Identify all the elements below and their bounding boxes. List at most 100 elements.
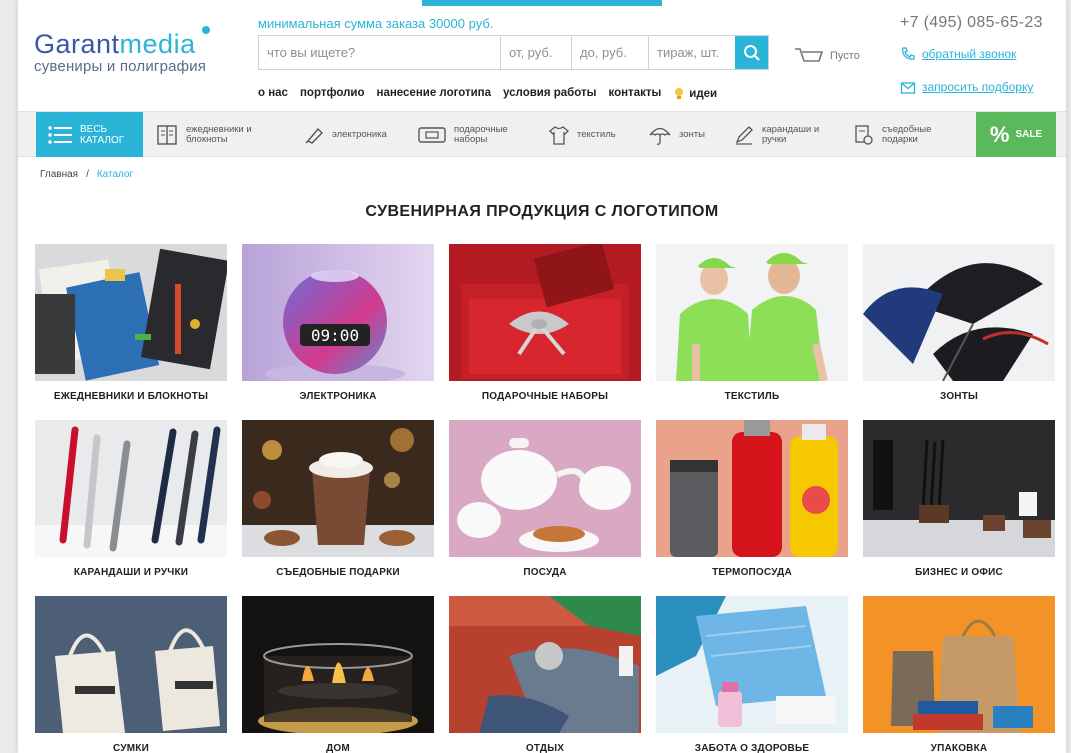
- product-card-pens[interactable]: КАРАНДАШИ И РУЧКИ: [35, 420, 227, 596]
- breadcrumb: Главная / Каталог: [40, 169, 133, 180]
- quantity-input[interactable]: тираж, шт.: [649, 36, 735, 69]
- price-to-input[interactable]: до, руб.: [572, 36, 649, 69]
- product-card-gift-sets[interactable]: ПОДАРОЧНЫЕ НАБОРЫ: [449, 244, 641, 420]
- usb-icon: [305, 127, 323, 144]
- product-image-home[interactable]: [242, 596, 434, 733]
- search-input[interactable]: что вы ищете?: [259, 36, 501, 69]
- nav-item-terms[interactable]: условия работы: [503, 87, 596, 101]
- product-card-health[interactable]: ЗАБОТА О ЗДОРОВЬЕ: [656, 596, 848, 753]
- request-label: запросить подборку: [922, 80, 1034, 94]
- category-umbrellas-label: зонты: [679, 128, 705, 140]
- product-caption[interactable]: ЗАБОТА О ЗДОРОВЬЕ: [656, 743, 848, 753]
- product-card-leisure[interactable]: ОТДЫХ: [449, 596, 641, 753]
- product-image-electronics[interactable]: 09:00: [242, 244, 434, 381]
- category-textile[interactable]: текстиль: [548, 112, 616, 157]
- sale-label: SALE: [1015, 129, 1043, 140]
- breadcrumb-home[interactable]: Главная: [40, 169, 78, 180]
- all-catalog-button[interactable]: ВЕСЬ КАТАЛОГ: [36, 112, 143, 157]
- product-card-textile[interactable]: ТЕКСТИЛЬ: [656, 244, 848, 420]
- product-card-electronics[interactable]: 09:00 ЭЛЕКТРОНИКА: [242, 244, 434, 420]
- category-pens[interactable]: карандаши и ручки: [733, 112, 819, 157]
- page: Garantmedia сувениры и полиграфия минима…: [18, 0, 1066, 753]
- product-image-pens[interactable]: [35, 420, 227, 557]
- product-card-notebooks[interactable]: ЕЖЕДНЕВНИКИ И БЛОКНОТЫ: [35, 244, 227, 420]
- category-bar: ВЕСЬ КАТАЛОГ ежедневники и блокноты электр…: [18, 111, 1066, 157]
- product-caption[interactable]: УПАКОВКА: [863, 743, 1055, 753]
- pen-icon: [735, 125, 753, 145]
- product-image-gift-sets[interactable]: [449, 244, 641, 381]
- list-icon: [48, 125, 72, 144]
- product-image-notebooks[interactable]: [35, 244, 227, 381]
- nav-item-portfolio[interactable]: портфолио: [300, 87, 365, 101]
- category-edible-gifts[interactable]: съедобные подарки: [853, 112, 931, 157]
- product-caption[interactable]: ПОСУДА: [449, 567, 641, 578]
- product-card-dishes[interactable]: ПОСУДА: [449, 420, 641, 596]
- product-image-dishes[interactable]: [449, 420, 641, 557]
- product-card-thermoware[interactable]: ТЕРМОПОСУДА: [656, 420, 848, 596]
- product-card-business-office[interactable]: БИЗНЕС И ОФИС: [863, 420, 1055, 596]
- clock-display-text: 09:00: [311, 326, 359, 345]
- product-caption[interactable]: ТЕКСТИЛЬ: [656, 391, 848, 402]
- product-image-health[interactable]: [656, 596, 848, 733]
- sale-button[interactable]: % SALE: [976, 112, 1056, 157]
- nav-item-logo-printing[interactable]: нанесение логотипа: [377, 87, 492, 101]
- product-card-edible-gifts[interactable]: СЪЕДОБНЫЕ ПОДАРКИ: [242, 420, 434, 596]
- product-caption[interactable]: ТЕРМОПОСУДА: [656, 567, 848, 578]
- product-caption[interactable]: КАРАНДАШИ И РУЧКИ: [35, 567, 227, 578]
- lightbulb-icon: [675, 88, 684, 99]
- product-caption[interactable]: ЕЖЕДНЕВНИКИ И БЛОКНОТЫ: [35, 391, 227, 402]
- envelope-icon: [900, 82, 916, 94]
- tshirt-icon: [549, 125, 569, 145]
- product-caption[interactable]: СЪЕДОБНЫЕ ПОДАРКИ: [242, 567, 434, 578]
- category-electronics[interactable]: электроника: [303, 112, 387, 157]
- request-selection-link[interactable]: запросить подборку: [900, 79, 1033, 95]
- product-card-home[interactable]: ДОМ: [242, 596, 434, 753]
- category-umbrellas[interactable]: зонты: [648, 112, 705, 157]
- nav-item-ideas[interactable]: идеи: [673, 87, 717, 101]
- logo-wordmark: Garantmedia: [34, 26, 211, 59]
- nav-item-contacts[interactable]: контакты: [608, 87, 661, 101]
- product-caption[interactable]: ДОМ: [242, 743, 434, 753]
- product-card-packaging[interactable]: УПАКОВКА: [863, 596, 1055, 753]
- cart-icon: [795, 48, 824, 62]
- product-image-edible-gifts[interactable]: [242, 420, 434, 557]
- all-catalog-line2: КАТАЛОГ: [80, 134, 125, 146]
- product-caption[interactable]: СУМКИ: [35, 743, 227, 753]
- percent-icon: %: [989, 121, 1010, 147]
- nav-item-about[interactable]: о нас: [258, 87, 288, 101]
- page-title: СУВЕНИРНАЯ ПРОДУКЦИЯ С ЛОГОТИПОМ: [365, 203, 719, 220]
- category-pens-line2: ручки: [762, 133, 787, 145]
- category-electronics-label: электроника: [332, 128, 387, 140]
- product-caption[interactable]: ОТДЫХ: [449, 743, 641, 753]
- product-image-bags[interactable]: [35, 596, 227, 733]
- product-image-umbrellas[interactable]: [863, 244, 1055, 381]
- logo-tagline: сувениры и полиграфия: [34, 58, 207, 75]
- product-image-business-office[interactable]: [863, 420, 1055, 557]
- product-image-leisure[interactable]: [449, 596, 641, 733]
- product-caption[interactable]: ЭЛЕКТРОНИКА: [242, 391, 434, 402]
- category-edible-gifts-line1: съедобные: [882, 123, 932, 135]
- price-from-input[interactable]: от, руб.: [501, 36, 572, 69]
- logo[interactable]: Garantmedia сувениры и полиграфия: [34, 26, 211, 75]
- category-edible-gifts-line2: подарки: [882, 133, 918, 145]
- category-gift-sets[interactable]: подарочные наборы: [417, 112, 508, 157]
- product-caption[interactable]: БИЗНЕС И ОФИС: [863, 567, 1055, 578]
- logo-dot: [202, 26, 211, 34]
- product-image-textile[interactable]: [656, 244, 848, 381]
- product-card-umbrellas[interactable]: ЗОНТЫ: [863, 244, 1055, 420]
- cart[interactable]: Пусто: [794, 46, 860, 66]
- category-textile-label: текстиль: [577, 128, 616, 140]
- callback-link[interactable]: обратный звонок: [900, 46, 1016, 62]
- phone-number[interactable]: +7 (495) 085-65-23: [900, 14, 1043, 32]
- logo-brand-part1: Garant: [34, 29, 120, 59]
- category-notebooks-line1: ежедневники и: [186, 123, 252, 135]
- product-card-bags[interactable]: СУМКИ: [35, 596, 227, 753]
- product-caption[interactable]: ПОДАРОЧНЫЕ НАБОРЫ: [449, 391, 641, 402]
- category-notebooks[interactable]: ежедневники и блокноты: [155, 112, 252, 157]
- search-icon: [743, 44, 760, 61]
- search-button[interactable]: [735, 36, 768, 69]
- product-caption[interactable]: ЗОНТЫ: [863, 391, 1055, 402]
- product-image-thermoware[interactable]: [656, 420, 848, 557]
- product-image-packaging[interactable]: [863, 596, 1055, 733]
- breadcrumb-separator: /: [86, 169, 89, 180]
